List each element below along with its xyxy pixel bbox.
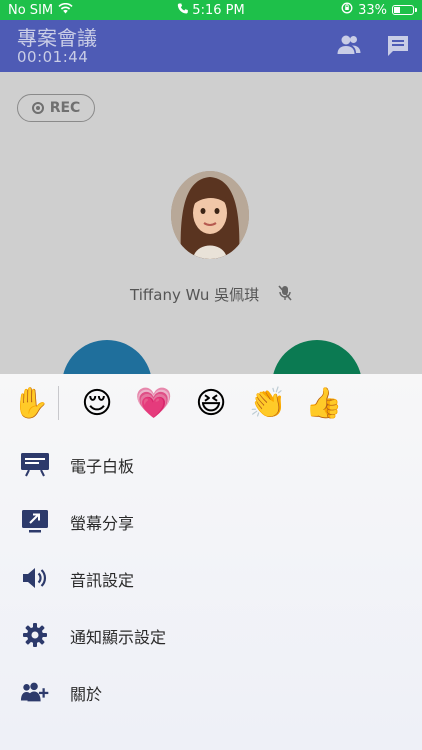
menu-item-label: 關於 [70,685,103,704]
wifi-icon [58,2,73,18]
participant-row: Tiffany Wu 吳佩琪 [0,284,422,306]
participant-avatar [171,171,249,259]
status-right: 33% [341,2,417,18]
control-button-right[interactable] [272,340,362,374]
participant-name: Tiffany Wu 吳佩琪 [130,286,260,304]
carrier-label: No SIM [8,2,54,18]
menu-item-notification-settings[interactable]: 通知顯示設定 [0,606,422,663]
record-button[interactable]: REC [17,94,95,122]
menu-item-label: 電子白板 [70,457,135,476]
orientation-lock-icon [341,2,353,18]
status-left: No SIM [8,2,73,18]
heart-reaction[interactable]: 💗 [135,384,173,422]
battery-percent: 33% [358,2,387,18]
menu-item-label: 音訊設定 [70,571,135,590]
menu-item-whiteboard[interactable]: 電子白板 [0,435,422,492]
control-button-left[interactable] [62,340,152,374]
options-sheet: ✋ 😌 💗 😆 👏 👍 電子白板 螢幕分享 音訊設定 通知顯示設定 關於 [0,374,422,750]
participants-icon[interactable] [337,34,361,60]
thumbs-up-icon: 👍 [305,385,343,421]
meeting-timer: 00:01:44 [17,48,89,66]
relieved-face-reaction[interactable]: 😌 [78,384,116,422]
clapping-hands-reaction[interactable]: 👏 [249,384,287,422]
record-icon [31,102,44,114]
laughing-face-reaction[interactable]: 😆 [192,384,230,422]
status-center: 5:16 PM [177,2,245,18]
thumbs-up-reaction[interactable]: 👍 [305,384,343,422]
phone-icon [177,3,188,18]
speaker-icon [20,564,50,592]
relieved-face-icon: 😌 [81,385,113,421]
clock-time: 5:16 PM [192,2,245,18]
screen-share-icon [20,507,50,535]
raise-hand-icon: ✋ [12,385,50,421]
clapping-hands-icon: 👏 [249,385,287,421]
mic-muted-icon [278,285,292,306]
battery-icon [392,5,417,15]
menu-item-label: 通知顯示設定 [70,628,167,647]
call-area: REC Tiffany Wu 吳佩琪 [0,72,422,374]
menu-item-about[interactable]: 關於 [0,663,422,720]
meeting-header: 專案會議 00:01:44 [0,20,422,72]
reaction-divider [58,386,59,420]
laughing-face-icon: 😆 [195,385,227,421]
menu-item-audio-settings[interactable]: 音訊設定 [0,549,422,606]
heart-icon: 💗 [135,385,173,421]
meeting-title: 專案會議 [17,26,97,50]
menu-item-label: 螢幕分享 [70,514,135,533]
record-label: REC [49,100,81,116]
status-bar: No SIM 5:16 PM 33% [0,0,422,20]
options-menu: 電子白板 螢幕分享 音訊設定 通知顯示設定 關於 [0,435,422,720]
gear-icon [20,621,50,649]
raise-hand-reaction[interactable]: ✋ [12,384,50,422]
people-icon [20,678,50,706]
reaction-bar: ✋ 😌 💗 😆 👏 👍 [0,374,422,434]
chat-icon[interactable] [386,34,410,62]
menu-item-screen-share[interactable]: 螢幕分享 [0,492,422,549]
whiteboard-icon [20,450,50,478]
